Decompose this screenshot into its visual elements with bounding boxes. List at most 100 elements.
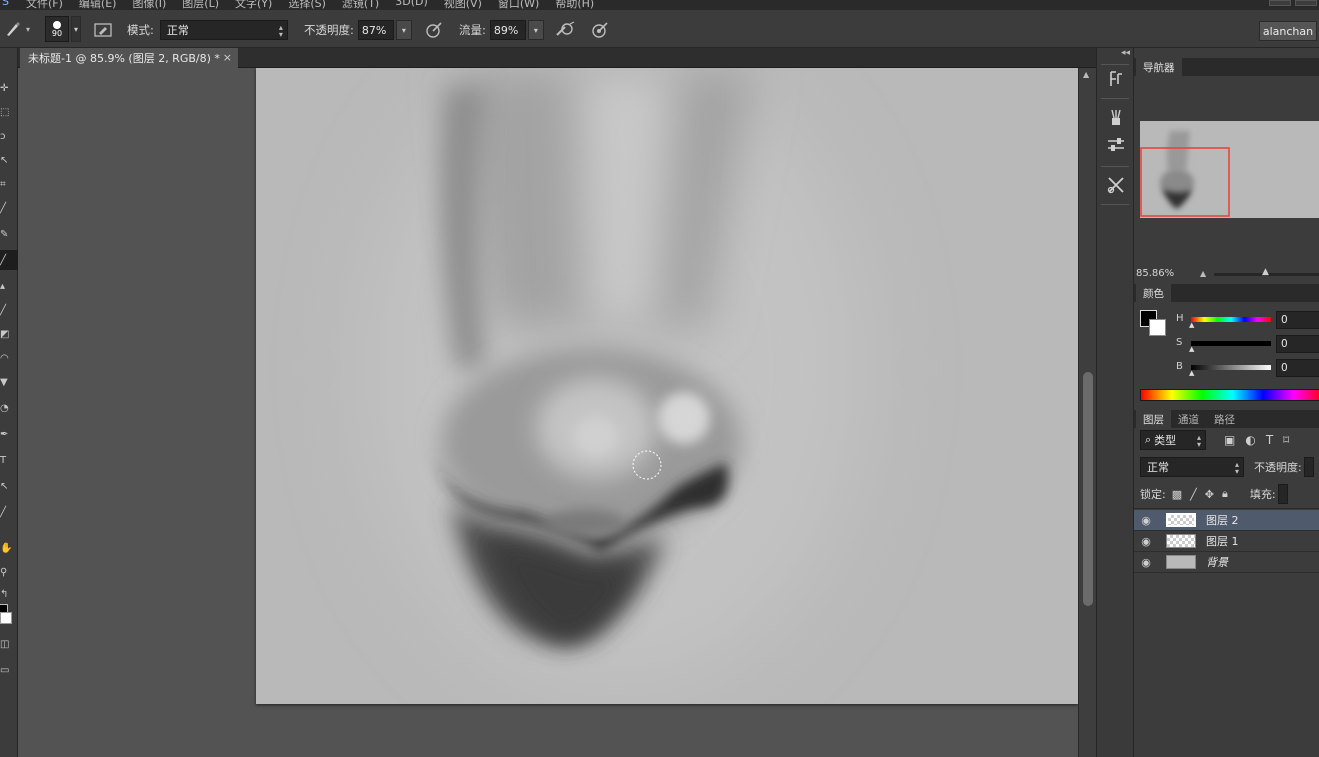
- brush-tool[interactable]: ╱: [0, 250, 18, 270]
- tab-paths[interactable]: 路径: [1207, 410, 1242, 428]
- menu-view[interactable]: 视图(V): [444, 0, 482, 10]
- background-color-swatch[interactable]: [1149, 319, 1166, 336]
- swap-colors-button[interactable]: ↰: [0, 584, 18, 604]
- history-brush-tool[interactable]: ╱: [0, 300, 18, 320]
- tool-preset-picker[interactable]: ▾: [2, 19, 30, 39]
- canvas[interactable]: [256, 68, 1078, 704]
- vertical-scrollbar[interactable]: ▲: [1078, 68, 1096, 757]
- zoom-knob[interactable]: ▲: [1262, 267, 1269, 277]
- brush-preview[interactable]: 90: [45, 16, 69, 42]
- brush-panel-toggle[interactable]: [92, 20, 114, 40]
- eraser-tool[interactable]: ◩: [0, 324, 18, 344]
- close-icon[interactable]: ×: [223, 51, 232, 64]
- zoom-tool[interactable]: ⚲: [0, 562, 18, 582]
- brightness-slider[interactable]: [1191, 365, 1271, 370]
- path-select-tool[interactable]: ↖: [0, 476, 18, 496]
- chevron-down-icon[interactable]: ▾: [71, 16, 81, 42]
- image-filter-icon[interactable]: ▣: [1224, 433, 1235, 447]
- hue-knob[interactable]: ▲: [1189, 321, 1194, 329]
- stamp-tool[interactable]: ▴: [0, 276, 18, 296]
- menu-select[interactable]: 选择(S): [288, 0, 326, 10]
- workspace-user-button[interactable]: alanchan: [1259, 21, 1317, 41]
- color-spectrum-ramp[interactable]: [1140, 389, 1319, 401]
- lock-position-icon[interactable]: ✥: [1205, 488, 1214, 501]
- layer-row[interactable]: ◉ 图层 2: [1134, 510, 1319, 531]
- maximize-button[interactable]: [1295, 0, 1317, 6]
- minimize-button[interactable]: [1269, 0, 1291, 6]
- crop-tool[interactable]: ⌗: [0, 174, 18, 194]
- scroll-up-icon[interactable]: ▲: [1083, 70, 1089, 79]
- hue-slider[interactable]: [1191, 317, 1271, 322]
- airbrush-toggle[interactable]: [554, 20, 576, 40]
- blend-mode-dropdown[interactable]: 正常 ▴ ▾: [1140, 457, 1244, 477]
- tab-color[interactable]: 颜色: [1136, 284, 1171, 302]
- eye-icon[interactable]: ◉: [1134, 556, 1158, 569]
- healing-tool[interactable]: ✎: [0, 224, 18, 244]
- menu-type[interactable]: 文字(Y): [235, 0, 272, 10]
- lock-all-icon[interactable]: 🔒︎: [1222, 487, 1228, 501]
- hand-tool[interactable]: ✋: [0, 538, 18, 558]
- saturation-input[interactable]: 0: [1276, 335, 1319, 353]
- brightness-knob[interactable]: ▲: [1189, 369, 1194, 377]
- tab-navigator[interactable]: 导航器: [1136, 58, 1182, 76]
- eye-icon[interactable]: ◉: [1134, 535, 1158, 548]
- flow-input[interactable]: 89%: [489, 20, 526, 40]
- collapse-icon[interactable]: ◂◂: [1121, 48, 1130, 58]
- brightness-input[interactable]: 0: [1276, 359, 1319, 377]
- lock-pixels-icon[interactable]: ╱: [1190, 488, 1197, 501]
- pressure-opacity-toggle[interactable]: [423, 20, 445, 40]
- layer-row[interactable]: ◉ 背景: [1134, 552, 1319, 573]
- marquee-tool[interactable]: ⬚: [0, 102, 18, 122]
- tab-layers[interactable]: 图层: [1136, 410, 1171, 428]
- navigator-preview[interactable]: [1140, 121, 1319, 218]
- menu-window[interactable]: 窗口(W): [498, 0, 539, 10]
- tab-channels[interactable]: 通道: [1171, 410, 1206, 428]
- scrollbar-thumb[interactable]: [1083, 372, 1093, 606]
- shape-filter-icon[interactable]: ⌑: [1283, 433, 1289, 447]
- eyedropper-tool[interactable]: ╱: [0, 198, 18, 218]
- fill-input[interactable]: [1277, 484, 1288, 504]
- screen-mode-button[interactable]: ▭: [0, 660, 18, 680]
- move-tool[interactable]: ✛: [0, 78, 18, 98]
- eye-icon[interactable]: ◉: [1134, 514, 1158, 527]
- lock-transparent-icon[interactable]: ▩: [1172, 488, 1182, 501]
- saturation-slider[interactable]: [1191, 341, 1271, 346]
- brush-size-picker[interactable]: 90 ▾: [45, 16, 81, 42]
- quick-mask-button[interactable]: ◫: [0, 634, 18, 654]
- pen-tool[interactable]: ✒: [0, 424, 18, 444]
- type-tool[interactable]: T: [0, 450, 18, 470]
- menu-filter[interactable]: 滤镜(T): [342, 0, 379, 10]
- navigator-zoom-slider[interactable]: ▲ ▲: [1198, 267, 1319, 282]
- adjustments-button[interactable]: [1105, 136, 1127, 158]
- hue-input[interactable]: 0: [1276, 311, 1319, 329]
- zoom-out-icon[interactable]: ▲: [1200, 269, 1206, 278]
- adjustment-filter-icon[interactable]: ◐: [1245, 433, 1255, 447]
- dodge-tool[interactable]: ◔: [0, 398, 18, 418]
- layer-row[interactable]: ◉ 图层 1: [1134, 531, 1319, 552]
- blur-tool[interactable]: ▼: [0, 372, 18, 392]
- pressure-size-toggle[interactable]: [589, 20, 611, 40]
- quick-select-tool[interactable]: ↖: [0, 150, 18, 170]
- saturation-knob[interactable]: ▲: [1189, 345, 1194, 353]
- opacity-dropdown-button[interactable]: ▾: [395, 20, 412, 40]
- navigator-zoom-value[interactable]: 85.86%: [1136, 268, 1174, 279]
- menu-3d[interactable]: 3D(D): [395, 0, 428, 10]
- menu-layer[interactable]: 图层(L): [182, 0, 219, 10]
- flow-dropdown-button[interactable]: ▾: [527, 20, 544, 40]
- history-panel-button[interactable]: [1105, 70, 1127, 92]
- type-filter-icon[interactable]: T: [1266, 433, 1273, 447]
- layer-filter-dropdown[interactable]: ⌕ 类型 ▴ ▾: [1140, 430, 1206, 450]
- background-color-swatch[interactable]: [0, 612, 12, 624]
- gradient-tool[interactable]: ◠: [0, 348, 18, 368]
- brush-presets-button[interactable]: [1105, 108, 1127, 130]
- menu-edit[interactable]: 编辑(E): [79, 0, 117, 10]
- menu-image[interactable]: 图像(I): [132, 0, 166, 10]
- tool-presets-button[interactable]: [1105, 176, 1127, 198]
- lasso-tool[interactable]: ↄ: [0, 126, 18, 146]
- layer-opacity-input[interactable]: [1303, 457, 1314, 477]
- opacity-input[interactable]: 87%: [357, 20, 394, 40]
- document-tab[interactable]: 未标题-1 @ 85.9% (图层 2, RGB/8) * ×: [20, 48, 238, 68]
- menu-help[interactable]: 帮助(H): [555, 0, 594, 10]
- mode-dropdown[interactable]: 正常 ▴ ▾: [159, 20, 288, 40]
- menu-file[interactable]: 文件(F): [26, 0, 63, 10]
